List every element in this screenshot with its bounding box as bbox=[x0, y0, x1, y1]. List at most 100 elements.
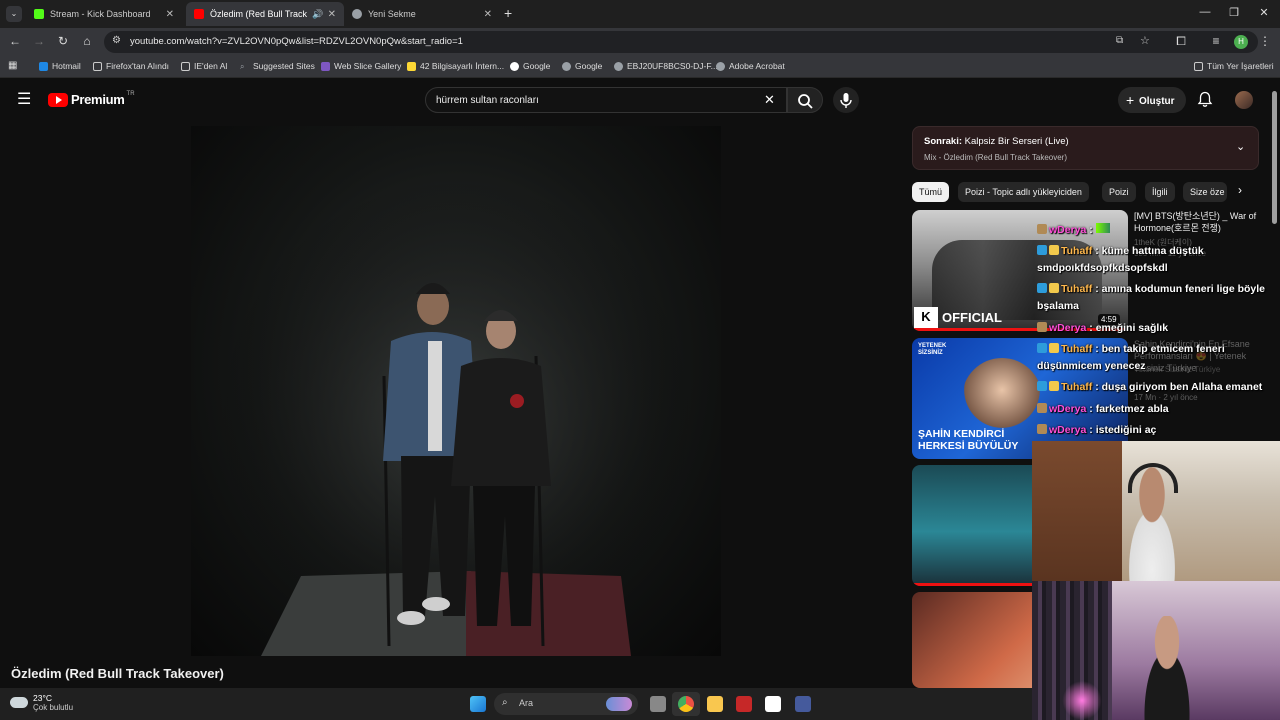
chat-username: wDerya bbox=[1049, 224, 1087, 236]
speaker-icon[interactable]: 🔊 bbox=[312, 9, 323, 20]
chat-username: Tuhaff bbox=[1061, 283, 1093, 295]
tab-kick-dashboard[interactable]: Stream - Kick Dashboard ✕ bbox=[26, 2, 182, 26]
bookmark-firefox-folder[interactable]: Firefox'tan Alındı bbox=[93, 61, 169, 71]
all-bookmarks[interactable]: Tüm Yer İşaretleri bbox=[1194, 61, 1274, 71]
notifications-bell-icon[interactable] bbox=[1197, 91, 1213, 113]
youtube-play-icon bbox=[48, 92, 68, 107]
video-player[interactable] bbox=[191, 126, 721, 656]
apps-icon[interactable]: ▦ bbox=[8, 60, 17, 71]
chip-poizi[interactable]: Poizi bbox=[1102, 182, 1136, 202]
webcam-light bbox=[1062, 681, 1102, 720]
thumb-overlay-text: OFFICIAL bbox=[942, 310, 1002, 325]
chip-poizi-topic[interactable]: Poizi - Topic adlı yükleyiciden bbox=[958, 182, 1089, 202]
crown-badge-icon bbox=[1049, 283, 1059, 293]
search-input[interactable]: hürrem sultan raconları ✕ bbox=[425, 87, 787, 113]
clear-search-icon[interactable]: ✕ bbox=[764, 92, 775, 108]
install-app-icon[interactable]: ⧉ bbox=[1116, 35, 1123, 46]
search-icon: ⌕ bbox=[502, 697, 508, 708]
search-button[interactable] bbox=[787, 87, 823, 113]
chat-username: Tuhaff bbox=[1061, 343, 1093, 355]
bookmark-ie-folder[interactable]: IE'den Al bbox=[181, 61, 227, 71]
bookmark-ebj[interactable]: EBJ20UF8BCS0-DJ-F... bbox=[614, 61, 718, 71]
close-icon[interactable]: ✕ bbox=[484, 9, 492, 20]
crown-badge-icon bbox=[1049, 343, 1059, 353]
s-icon bbox=[407, 61, 416, 71]
profile-avatar[interactable]: H bbox=[1234, 35, 1248, 49]
bookmark-label: Tüm Yer İşaretleri bbox=[1207, 61, 1274, 71]
chat-text: : istediğini aç bbox=[1089, 424, 1157, 436]
bookmark-star-icon[interactable]: ☆ bbox=[1140, 34, 1150, 47]
search-icon bbox=[798, 94, 813, 109]
windows-taskbar: 23°C Çok bulutlu ⌕ Ara bbox=[0, 688, 1032, 720]
bookmark-google-2[interactable]: Google bbox=[562, 61, 602, 71]
bookmark-hotmail[interactable]: Hotmail bbox=[39, 61, 81, 71]
file-explorer-icon[interactable] bbox=[707, 696, 723, 712]
youtube-icon bbox=[194, 9, 204, 19]
search-query: hürrem sultan raconları bbox=[436, 95, 539, 106]
chat-message: Tuhaff : duşa giriyom ben Allaha emanet bbox=[1037, 379, 1262, 396]
bookmark-google-1[interactable]: Google bbox=[510, 61, 550, 71]
home-icon[interactable]: ⌂ bbox=[79, 34, 95, 48]
bookmark-label: Firefox'tan Alındı bbox=[106, 61, 170, 71]
recommendation-title[interactable]: [MV] BTS(방탄소년단) _ War of Hormone(호르몬 전쟁) bbox=[1134, 210, 1264, 234]
search-highlight-icon bbox=[606, 697, 632, 711]
thumb-singer bbox=[962, 358, 1042, 438]
bookmark-label: Adobe Acrobat bbox=[729, 61, 785, 71]
logo-region: TR bbox=[126, 90, 135, 97]
bookmark-adobe[interactable]: Adobe Acrobat bbox=[716, 61, 785, 71]
close-window-icon[interactable]: ✕ bbox=[1254, 6, 1274, 19]
verified-badge-icon bbox=[1037, 343, 1047, 353]
up-next-panel[interactable]: Sonraki: Kalpsiz Bir Serseri (Live) Mix … bbox=[912, 126, 1259, 170]
tab-youtube-video[interactable]: Özledim (Red Bull Track Takeover) 🔊 ✕ bbox=[186, 2, 344, 26]
windows-start-icon[interactable] bbox=[470, 696, 486, 712]
bookmark-bilgisayarli[interactable]: 42 Bilgisayarlı İntern... bbox=[407, 61, 504, 71]
close-icon[interactable]: ✕ bbox=[328, 9, 336, 20]
active-app-indicator bbox=[672, 692, 700, 716]
subscriber-badge-icon bbox=[1037, 403, 1047, 413]
task-view-icon[interactable] bbox=[650, 696, 666, 712]
tab-new-tab[interactable]: Yeni Sekme ✕ bbox=[344, 2, 500, 26]
voicemeeter-icon[interactable] bbox=[736, 696, 752, 712]
chevron-right-icon[interactable]: › bbox=[1238, 183, 1242, 197]
chevron-down-icon[interactable]: ⌄ bbox=[1236, 140, 1245, 153]
taskbar-search[interactable]: ⌕ Ara bbox=[494, 693, 638, 715]
youtube-logo[interactable]: Premium TR bbox=[48, 90, 135, 107]
create-button[interactable]: + Oluştur bbox=[1118, 87, 1186, 113]
chat-text: : bbox=[1089, 224, 1093, 236]
tab-label: Stream - Kick Dashboard bbox=[50, 9, 151, 19]
reload-icon[interactable]: ↻ bbox=[55, 34, 71, 48]
thumb-badge: YETENEK SİZSİNİZ bbox=[918, 343, 947, 356]
globe-icon bbox=[614, 61, 623, 71]
close-icon[interactable]: ✕ bbox=[166, 9, 174, 20]
extensions-icon[interactable]: ⧠ bbox=[1173, 34, 1189, 49]
scrollbar-thumb[interactable] bbox=[1272, 91, 1277, 224]
minimize-icon[interactable]: — bbox=[1195, 6, 1215, 18]
account-avatar[interactable] bbox=[1235, 91, 1253, 109]
bookmark-suggested-sites[interactable]: ⌕ Suggested Sites bbox=[240, 61, 315, 71]
tab-search-button[interactable]: ⌄ bbox=[6, 6, 22, 22]
chip-for-you[interactable]: Size öze bbox=[1183, 182, 1227, 202]
webcam-door bbox=[1032, 441, 1122, 581]
create-label: Oluştur bbox=[1138, 96, 1175, 107]
voice-search-button[interactable] bbox=[833, 87, 859, 113]
forward-icon[interactable]: → bbox=[31, 34, 47, 48]
video-frame bbox=[191, 126, 721, 656]
ndi-icon[interactable] bbox=[765, 696, 781, 712]
site-info-icon[interactable]: ⚙ bbox=[112, 35, 121, 46]
media-icon[interactable]: ≡ bbox=[1208, 34, 1224, 48]
chip-all[interactable]: Tümü bbox=[912, 182, 950, 202]
more-menu-icon[interactable]: ⋮ bbox=[1257, 34, 1273, 48]
chip-related[interactable]: İlgili bbox=[1145, 182, 1175, 202]
web-slice-icon bbox=[321, 61, 330, 71]
bookmark-web-slice[interactable]: Web Slice Gallery bbox=[321, 61, 401, 71]
back-icon[interactable]: ← bbox=[7, 34, 23, 48]
hamburger-menu-icon[interactable]: ☰ bbox=[17, 89, 31, 109]
crown-badge-icon bbox=[1049, 381, 1059, 391]
address-bar[interactable]: ⚙ youtube.com/watch?v=ZVL2OVN0pQw&list=R… bbox=[104, 31, 1258, 53]
new-tab-button[interactable]: + bbox=[504, 5, 512, 21]
weather-widget[interactable]: 23°C Çok bulutlu bbox=[10, 693, 73, 712]
microphone-icon bbox=[840, 93, 852, 108]
obs-icon[interactable] bbox=[795, 696, 811, 712]
globe-icon bbox=[716, 61, 725, 71]
restore-icon[interactable]: ❐ bbox=[1224, 6, 1244, 19]
